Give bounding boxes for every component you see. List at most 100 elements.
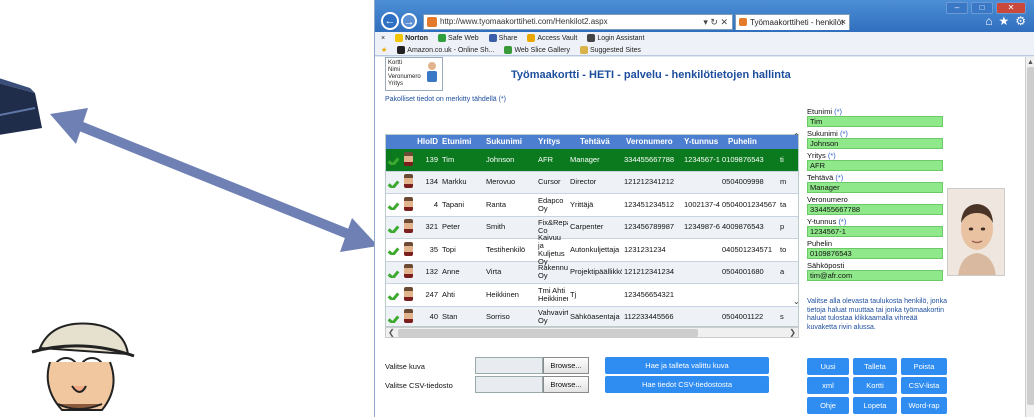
gear-icon[interactable]: ⚙ [1015,14,1026,28]
person-thumbnail-icon [402,241,414,258]
toolbar-item-share[interactable]: Share [488,34,517,42]
fav-item-suggested[interactable]: Suggested Sites [579,45,641,54]
close-button[interactable]: ✕ [996,2,1026,14]
maximize-button[interactable]: □ [971,2,993,14]
table-cell: 132 [425,268,438,277]
page-vertical-scrollbar[interactable]: ▲ [1025,57,1034,417]
lopeta-button[interactable]: Lopeta [853,397,897,414]
table-cell: Rakennus Oy [538,264,568,281]
browse-csv-button[interactable]: Browse... [543,376,589,393]
tehtava-field[interactable]: Manager [807,182,943,193]
table-row[interactable]: 134 Markku Merovuo Cursor Director 1212123412… [386,171,798,194]
csv-lista-button[interactable]: CSV-lista [901,377,947,394]
uusi-button[interactable]: Uusi [807,358,849,375]
poista-button[interactable]: Poista [901,358,947,375]
col-header[interactable]: Tehtävä [568,138,622,146]
talleta-button[interactable]: Talleta [853,358,897,375]
persons-table: HloID Etunimi Sukunimi Yritys Tehtävä Ve… [385,134,799,327]
table-cell: 121212341212 [624,178,675,187]
col-header[interactable]: Y-tunnus [682,138,720,146]
cartoon-worker-image [31,322,135,411]
select-checkmark-icon[interactable] [386,244,402,255]
select-checkmark-icon[interactable] [386,154,402,165]
table-row[interactable]: 4 Tapani Ranta Edapco Oy Yrittäjä 12345123451… [386,194,798,217]
fav-item-web-slice[interactable]: Web Slice Gallery [504,45,570,54]
table-row[interactable]: 132 Anne Virta Rakennus OyProjektipäällikkö… [386,261,798,284]
table-horizontal-scrollbar[interactable]: ❮ ❯ [385,327,799,338]
minimize-button[interactable]: – [946,2,968,14]
scroll-thumb[interactable] [398,329,698,337]
ohje-button[interactable]: Ohje [807,397,849,414]
person-thumbnail-icon [402,264,414,280]
word-rap-button[interactable]: Word-rap [901,397,947,414]
yritys-label: Yritys (*) [807,151,836,160]
scroll-up-icon[interactable]: ▲ [1027,59,1034,66]
select-checkmark-icon[interactable] [386,312,402,323]
favorites-star-icon[interactable]: ★ [381,46,387,54]
table-row[interactable]: 139 Tim Johnson AFR Manager 334455667788 12345… [386,149,798,172]
address-tools-icon[interactable]: ▾ ↻ ✕ [703,15,728,29]
table-cell: 247 [425,290,438,299]
table-cell: Director [570,178,597,187]
table-row[interactable]: 40 Stan Sorriso Vahvavirta OySähköasentaja 1… [386,306,798,326]
browser-titlebar: – □ ✕ ← → http://www.tyomaakorttiheti.co… [375,0,1034,32]
select-checkmark-icon[interactable] [386,199,402,210]
scroll-left-icon[interactable]: ❮ [388,328,395,337]
col-header[interactable]: Yritys [532,138,568,146]
select-checkmark-icon[interactable] [386,177,402,188]
forward-arrow-icon[interactable]: → [401,13,417,29]
table-cell: 0504001234567 [722,200,777,209]
col-header[interactable]: Puhelin [720,138,778,146]
csv-file-input[interactable] [475,376,543,393]
favorites-star-icon[interactable]: ★ [998,14,1009,28]
scroll-right-icon[interactable]: ❯ [789,328,796,337]
table-row[interactable]: 247 Ahti Heikkinen Tmi Ahti Heikkinen Tj 1234… [386,284,798,307]
table-row[interactable]: 35 Topi Testihenkilö Kaivuu ja Kuljetus Oy A… [386,234,798,265]
back-arrow-icon[interactable]: ← [381,12,399,30]
tab-title: Työmaakorttiheti - henkilöt [750,18,844,27]
select-checkmark-icon[interactable] [386,222,402,233]
home-icon[interactable]: ⌂ [985,14,992,28]
table-cell: ta [780,200,787,209]
table-cell: 0504001122 [722,313,764,322]
image-file-input[interactable] [475,357,543,374]
select-checkmark-icon[interactable] [386,267,402,278]
toolbar-item-login-assistant[interactable]: Login Assistant [587,34,644,42]
browser-tab-active[interactable]: Työmaakorttiheti - henkilöt × [735,14,850,30]
sukunimi-field[interactable]: Johnson [807,138,943,149]
ytunnus-field[interactable]: 1234567-1 [807,226,943,237]
table-scroll-down-icon[interactable]: ⌄ [793,297,800,306]
kortti-button[interactable]: Kortti [853,377,897,394]
fav-item-amazon[interactable]: Amazon.co.uk - Online Sh... [397,45,494,54]
etunimi-field[interactable]: Tim [807,116,943,127]
toolbar-item-norton[interactable]: Norton [395,34,428,42]
col-header[interactable]: Etunimi [440,138,480,146]
xml-button[interactable]: xml [807,377,849,394]
table-row[interactable]: 321PeterSmithFix&Repair CoCarpenter12345… [386,216,798,239]
table-cell: Smith [486,223,506,232]
toolbar-item-access-vault[interactable]: Access Vault [527,34,577,42]
toolbar-close-icon[interactable]: × [381,35,385,42]
yritys-field[interactable]: AFR [807,160,943,171]
sahkoposti-label: Sähköposti [807,261,845,270]
veronumero-label: Veronumero [807,195,848,204]
puhelin-field[interactable]: 0109876543 [807,248,943,259]
tab-close-icon[interactable]: × [841,15,846,30]
table-scroll-up-icon[interactable]: ⌃ [793,132,800,141]
table-cell: Johnson [486,155,515,164]
browse-image-button[interactable]: Browse... [543,357,589,374]
veronumero-field[interactable]: 334455667788 [807,204,943,215]
col-header[interactable]: Veronumero [622,138,682,146]
col-header[interactable]: Sukunimi [480,138,532,146]
address-bar[interactable]: http://www.tyomaakorttiheti.com/Henkilot… [423,14,733,30]
col-header[interactable]: HloID [414,138,440,146]
table-cell: s [780,313,784,322]
sahkoposti-field[interactable]: tim@afr.com [807,270,943,281]
table-cell: p [780,223,785,232]
select-checkmark-icon[interactable] [386,289,402,300]
toolbar-item-safeweb[interactable]: Safe Web [438,34,479,42]
table-cell: 123451234512 [624,200,675,209]
fetch-csv-button[interactable]: Hae tiedot CSV-tiedostosta [605,376,769,393]
save-image-button[interactable]: Hae ja talleta valittu kuva [605,357,769,374]
page-scroll-thumb[interactable] [1027,67,1034,405]
